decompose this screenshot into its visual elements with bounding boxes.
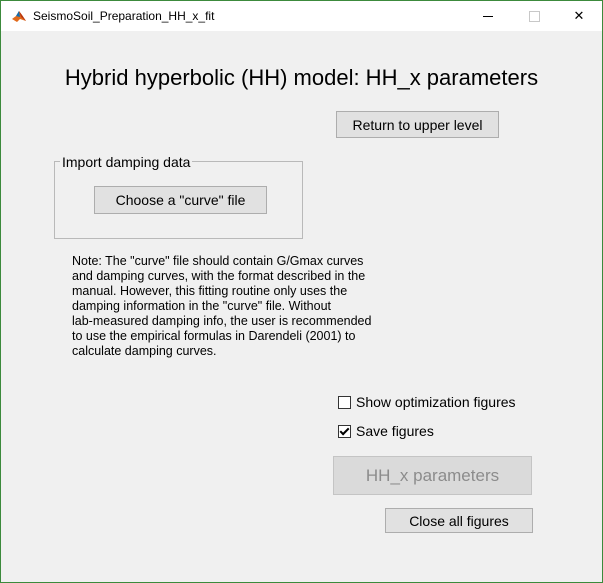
close-all-figures-button[interactable]: Close all figures	[385, 508, 533, 533]
matlab-icon	[11, 8, 27, 24]
window-title: SeismoSoil_Preparation_HH_x_fit	[33, 9, 215, 23]
show-optimization-figures-checkbox[interactable]: Show optimization figures	[338, 394, 516, 410]
choose-curve-file-button[interactable]: Choose a "curve" file	[94, 186, 267, 214]
note-line: manual. However, this fitting routine on…	[72, 284, 348, 298]
app-window: SeismoSoil_Preparation_HH_x_fit Hybrid h…	[0, 0, 603, 583]
close-icon[interactable]	[556, 1, 602, 31]
note-text: Note: The "curve" file should contain G/…	[72, 254, 422, 359]
minimize-icon[interactable]	[465, 1, 511, 31]
maximize-icon[interactable]	[511, 1, 557, 31]
show-optimization-checkbox-box[interactable]	[338, 395, 351, 409]
title-bar[interactable]: SeismoSoil_Preparation_HH_x_fit	[1, 1, 602, 31]
return-to-upper-level-button[interactable]: Return to upper level	[336, 111, 499, 138]
show-optimization-label: Show optimization figures	[356, 394, 516, 410]
import-damping-legend: Import damping data	[60, 154, 193, 170]
note-line: calculate damping curves.	[72, 344, 217, 358]
hh-x-parameters-button[interactable]: HH_x parameters	[333, 456, 532, 495]
save-figures-label: Save figures	[356, 423, 434, 439]
note-line: Note: The "curve" file should contain G/…	[72, 254, 364, 268]
note-line: and damping curves, with the format desc…	[72, 269, 366, 283]
note-line: damping information in the "curve" file.…	[72, 299, 331, 313]
page-title: Hybrid hyperbolic (HH) model: HH_x param…	[64, 65, 539, 90]
note-line: lab-measured damping info, the user is r…	[72, 314, 372, 328]
save-figures-checkbox-box[interactable]	[338, 424, 351, 438]
note-line: to use the empirical formulas in Darende…	[72, 329, 356, 343]
save-figures-checkbox[interactable]: Save figures	[338, 423, 434, 439]
